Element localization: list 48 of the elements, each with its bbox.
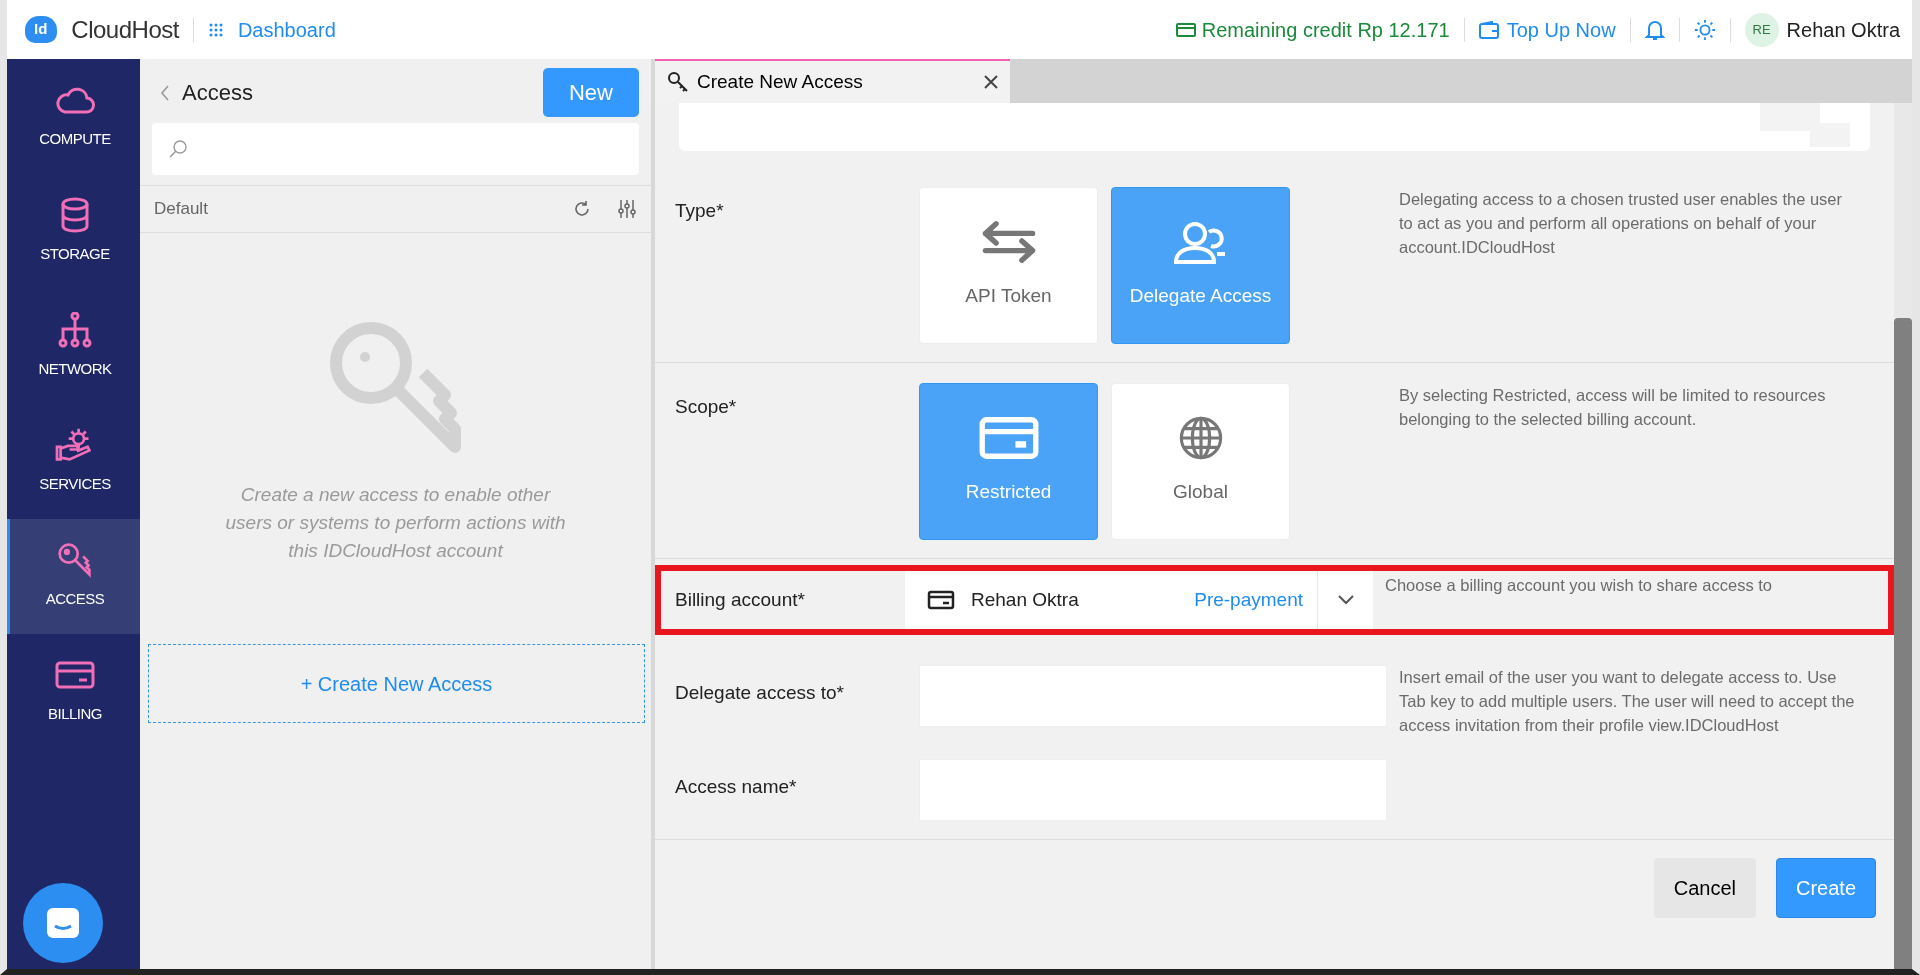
field-label: Scope* [675, 395, 738, 419]
sliders-icon[interactable] [617, 198, 637, 219]
scrollbar-thumb[interactable] [1894, 318, 1912, 969]
panel-title: Access [182, 79, 254, 107]
bell-icon[interactable] [1644, 18, 1665, 41]
logo-text[interactable]: CloudHost [71, 11, 179, 48]
user-name[interactable]: Rehan Oktra [1786, 14, 1900, 45]
chevron-down-icon[interactable] [1337, 595, 1354, 605]
card-icon [978, 416, 1039, 461]
field-label: Access name* [675, 775, 798, 799]
help-text: Insert email of the user you want to delegate access to. Use Tab key to add multiple users. The user will need to accept the access invitation from their profile view.IDCloudHost [1399, 667, 1856, 736]
key-icon [328, 321, 463, 454]
field-label: Billing account* [674, 587, 806, 612]
credit-text: Remaining credit Rp 12.171 [1201, 17, 1450, 43]
sidebar-item[interactable]: NETWORK [7, 289, 140, 404]
sidebar-item[interactable]: BILLING [7, 634, 140, 749]
field-label: Delegate access to* [675, 681, 845, 705]
top-up-link[interactable]: Top Up Now [1506, 14, 1616, 45]
search-field[interactable] [152, 123, 639, 175]
grid-icon[interactable] [207, 21, 224, 38]
select-value: Rehan Oktra [971, 587, 1080, 612]
sidebar-item[interactable]: STORAGE [7, 174, 140, 289]
help-text: Delegating access to a chosen trusted user enables the user to act as you and perform all operations on behalf of your account.IDCloudHost [1399, 189, 1844, 258]
empty-message: Create a new access to enable other users or systems to perform actions with this IDCloudHost account [225, 483, 566, 564]
chat-icon [45, 906, 81, 940]
group-label: Default [154, 198, 209, 220]
sun-icon[interactable] [1693, 18, 1716, 41]
help-text: Choose a billing account you wish to share access to [1385, 575, 1774, 596]
key-icon [667, 71, 689, 93]
billing-select[interactable]: Rehan Oktra Pre-payment [905, 571, 1373, 629]
tab[interactable]: Create New Access [655, 59, 1010, 103]
back-icon[interactable] [160, 84, 170, 101]
card-icon [1175, 22, 1196, 37]
cancel-button[interactable]: Cancel [1653, 858, 1756, 918]
close-icon[interactable] [984, 75, 998, 89]
select-tag: Pre-payment [1194, 585, 1303, 615]
sidebar-item[interactable]: SERVICES [7, 404, 140, 519]
refresh-icon[interactable] [573, 199, 591, 218]
search-icon [168, 139, 188, 159]
option-card[interactable]: API Token [919, 187, 1098, 344]
field-label: Type* [675, 199, 725, 223]
sidebar-item[interactable]: ACCESS [7, 519, 140, 634]
card-icon [927, 590, 955, 610]
user-avatar[interactable]: RE [1744, 12, 1779, 47]
wallet-icon [1478, 20, 1499, 39]
sidebar-item[interactable]: COMPUTE [7, 59, 140, 174]
option-card[interactable]: Global [1111, 383, 1290, 540]
help-text: By selecting Restricted, access will be limited to resources belonging to the selected billing account. [1399, 385, 1827, 430]
